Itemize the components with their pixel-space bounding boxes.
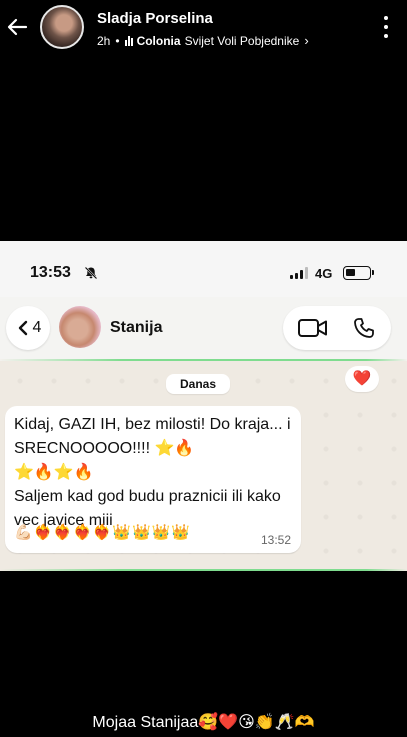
story-meta: 2h • Colonia Svijet Voli Pobjednike › <box>97 33 309 48</box>
chat-back-button[interactable]: 4 <box>6 306 50 350</box>
chat-area: Danas ❤️ Kidaj, GAZI IH, bez milosti! Do… <box>0 361 407 571</box>
signal-icon <box>290 267 308 279</box>
story-caption: Mojaa Stanijaa🥰❤️😘👏🥂🫶 <box>92 714 315 731</box>
music-artist[interactable]: Colonia <box>137 34 181 48</box>
story-avatar[interactable] <box>40 5 84 49</box>
message-bubble[interactable]: Kidaj, GAZI IH, bez milosti! Do kraja...… <box>5 406 301 553</box>
status-bar: 13:53 4G <box>0 241 407 297</box>
chevron-left-icon <box>18 320 27 336</box>
story-time-ago: 2h <box>97 33 111 48</box>
video-call-icon[interactable] <box>297 317 329 339</box>
more-vert-icon[interactable] <box>383 16 389 38</box>
bell-slash-icon <box>84 266 98 280</box>
phone-icon[interactable] <box>353 317 375 339</box>
call-actions <box>283 306 391 350</box>
back-arrow-icon[interactable] <box>6 16 28 38</box>
story-user-name[interactable]: Sladja Porselina <box>97 10 213 27</box>
contact-name[interactable]: Stanija <box>110 319 162 337</box>
music-chevron-icon[interactable]: › <box>304 33 308 48</box>
message-time: 13:52 <box>260 533 291 547</box>
meta-dot: • <box>115 33 120 48</box>
music-bars-icon <box>124 35 133 46</box>
embedded-chat-screenshot: 13:53 4G 4 Stanija Danas ❤️ Kidaj, GAZI … <box>0 241 407 571</box>
battery-icon <box>343 266 374 280</box>
status-time: 13:53 <box>30 264 71 281</box>
heart-icon[interactable]: ❤️ <box>345 366 379 392</box>
story-header: Sladja Porselina 2h • Colonia Svijet Vol… <box>0 0 407 56</box>
contact-avatar[interactable] <box>59 306 101 348</box>
music-title[interactable]: Svijet Voli Pobjednike <box>185 34 300 48</box>
chat-header: 4 Stanija <box>0 297 407 359</box>
unread-count: 4 <box>32 319 42 336</box>
message-emoji-line: 💪🏻❤️‍🔥❤️‍🔥❤️‍🔥❤️‍🔥👑👑👑👑 <box>14 524 192 541</box>
bottom-divider <box>0 569 407 571</box>
message-text: Kidaj, GAZI IH, bez milosti! Do kraja...… <box>14 416 291 529</box>
date-chip: Danas <box>166 374 230 394</box>
network-type: 4G <box>315 266 333 281</box>
